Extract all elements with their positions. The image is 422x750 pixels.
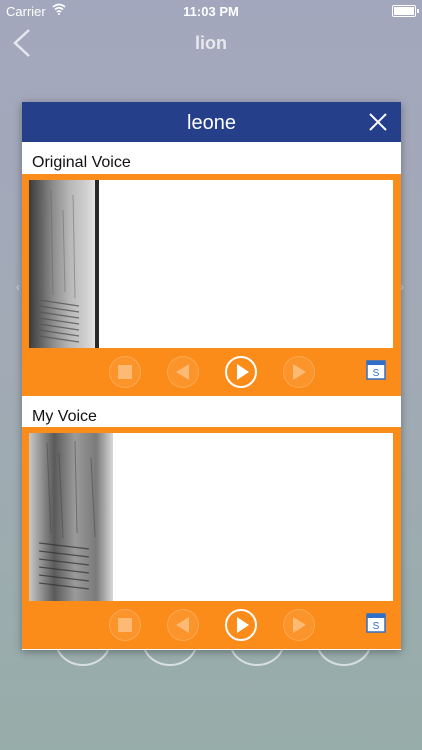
voice-compare-dialog: leone Original Voice S My Voice S — [22, 102, 401, 650]
stop-button[interactable] — [109, 609, 141, 641]
save-icon[interactable]: S — [366, 360, 386, 380]
dialog-header: leone — [22, 102, 401, 142]
my-voice-controls: S — [22, 605, 401, 647]
my-voice-spectrogram — [29, 433, 113, 601]
play-button[interactable] — [225, 609, 257, 641]
play-icon — [237, 364, 249, 380]
dialog-title: leone — [187, 112, 236, 134]
close-icon[interactable] — [367, 111, 389, 133]
svg-text:S: S — [373, 621, 380, 632]
rewind-button[interactable] — [167, 356, 199, 388]
original-voice-panel: S — [22, 174, 401, 396]
fast-forward-button[interactable] — [283, 609, 315, 641]
fast-forward-button[interactable] — [283, 356, 315, 388]
original-voice-spectrogram-area — [29, 180, 393, 348]
fast-forward-icon — [293, 617, 306, 633]
svg-text:S: S — [373, 368, 380, 379]
save-icon[interactable]: S — [366, 613, 386, 633]
page-title: lion — [195, 33, 227, 53]
original-voice-label: Original Voice — [32, 154, 131, 171]
rewind-icon — [176, 617, 189, 633]
my-voice-label: My Voice — [32, 408, 97, 425]
stop-icon — [118, 365, 132, 379]
play-button[interactable] — [225, 356, 257, 388]
my-voice-spectrogram-area — [29, 433, 393, 601]
rewind-icon — [176, 364, 189, 380]
original-voice-spectrogram — [29, 180, 99, 348]
fast-forward-icon — [293, 364, 306, 380]
my-voice-panel: S — [22, 427, 401, 649]
stop-icon — [118, 618, 132, 632]
status-time: 11:03 PM — [183, 4, 239, 19]
rewind-button[interactable] — [167, 609, 199, 641]
battery-icon — [392, 5, 419, 17]
stop-button[interactable] — [109, 356, 141, 388]
original-voice-controls: S — [22, 352, 401, 394]
status-bar: Carrier 11:03 PM — [0, 0, 422, 22]
play-icon — [237, 617, 249, 633]
chevron-left-icon: ‹ — [16, 280, 20, 294]
